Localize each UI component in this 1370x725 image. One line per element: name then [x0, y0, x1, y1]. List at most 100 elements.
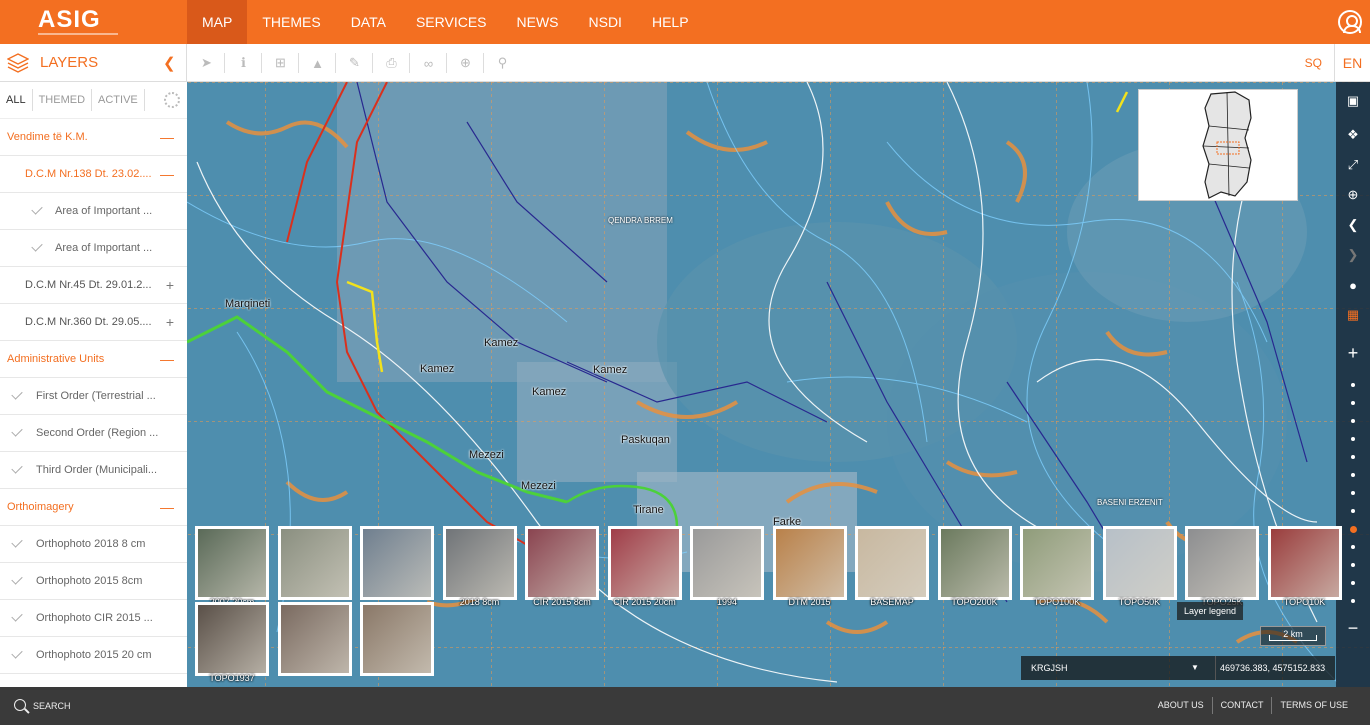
basemap-thumbnail[interactable]: BASEMAP	[855, 526, 929, 607]
layer-item[interactable]: First Order (Terrestrial ...	[0, 378, 187, 415]
zoom-level[interactable]	[1336, 412, 1370, 430]
tab-active[interactable]: ACTIVE	[92, 89, 145, 111]
grid-icon[interactable]: ▦	[1336, 300, 1370, 330]
zoom-level[interactable]	[1336, 448, 1370, 466]
search-tool-icon[interactable]: ⚲	[484, 44, 521, 82]
basemap-thumbnail[interactable]: TOPO25K	[1185, 526, 1259, 607]
gear-icon[interactable]	[164, 92, 180, 108]
info-tool-icon[interactable]: ℹ	[225, 44, 262, 82]
checkmark-icon[interactable]	[11, 610, 23, 622]
collapse-panel-icon[interactable]: ❮	[163, 54, 176, 72]
expand-icon[interactable]: +	[166, 277, 174, 293]
layer-group[interactable]: Vendime të K.M. —	[0, 119, 187, 156]
zoom-level[interactable]	[1336, 376, 1370, 394]
basemap-thumbnail[interactable]: TOPO200K	[937, 526, 1012, 607]
nav-help[interactable]: HELP	[637, 0, 704, 44]
link-tool-icon[interactable]: ∞	[410, 44, 447, 82]
print-tool-icon[interactable]: ⎙	[373, 44, 410, 82]
layer-legend-button[interactable]: Layer legend	[1177, 602, 1243, 620]
profile-tool-icon[interactable]: ▲	[299, 44, 336, 82]
layer-item[interactable]: Second Order (Region ...	[0, 415, 187, 452]
crs-select[interactable]: KRGJSH	[1031, 663, 1068, 673]
checkmark-icon[interactable]	[11, 425, 23, 437]
search-link[interactable]: SEARCH	[33, 701, 71, 711]
layer-item[interactable]: Orthophoto 2015 8cm	[0, 563, 187, 600]
expand-icon[interactable]: +	[166, 314, 174, 330]
basemap-thumbnail[interactable]: TOPO1937	[195, 602, 269, 683]
checkmark-icon[interactable]	[11, 388, 23, 400]
nav-data[interactable]: DATA	[336, 0, 401, 44]
layer-item[interactable]: Third Order (Municipali...	[0, 452, 187, 489]
layer-item[interactable]: Area of Important ...	[0, 230, 187, 267]
prev-extent-icon[interactable]: ❮	[1336, 210, 1370, 240]
tab-all[interactable]: ALL	[0, 89, 33, 111]
terms-link[interactable]: TERMS OF USE	[1271, 697, 1356, 714]
basemap-thumbnail[interactable]: 2007 20cm	[195, 526, 269, 607]
nav-services[interactable]: SERVICES	[401, 0, 502, 44]
checkmark-icon[interactable]	[11, 573, 23, 585]
zoom-level[interactable]	[1336, 466, 1370, 484]
layer-item[interactable]: Orthophoto 2015 20 cm	[0, 637, 187, 674]
layer-subgroup[interactable]: D.C.M Nr.45 Dt. 29.01.2... +	[0, 267, 187, 304]
basemap-thumbnail[interactable]: 1994	[690, 526, 764, 607]
basemap-thumbnail[interactable]	[277, 602, 352, 676]
add-tool-icon[interactable]: ⊞	[262, 44, 299, 82]
checkmark-icon[interactable]	[11, 647, 23, 659]
layer-item[interactable]: Orthophoto CIR 2015 ...	[0, 600, 187, 637]
layer-item[interactable]: Area of Important ...	[0, 193, 187, 230]
basemap-thumbnail[interactable]: CIR 2015 8cm	[525, 526, 599, 607]
search-icon[interactable]	[14, 699, 26, 711]
user-icon[interactable]	[1338, 10, 1362, 34]
zoom-level[interactable]	[1336, 502, 1370, 520]
collapse-icon[interactable]: —	[160, 129, 174, 145]
basemap-thumbnail[interactable]: TOPO50K	[1102, 526, 1177, 607]
basemap-thumbnail[interactable]: TOPO100K	[1020, 526, 1094, 607]
lang-en[interactable]: EN	[1334, 44, 1370, 82]
map-canvas[interactable]: Marqineti Kamez Kamez Kamez Kamez Paskuq…	[187, 82, 1370, 687]
zoom-level[interactable]	[1336, 394, 1370, 412]
edit-tool-icon[interactable]: ✎	[336, 44, 373, 82]
checkmark-icon[interactable]	[11, 462, 23, 474]
checkmark-icon[interactable]	[11, 536, 23, 548]
basemap-icon[interactable]: ▣	[1336, 82, 1370, 120]
fullscreen-icon[interactable]: ⤢	[1336, 150, 1370, 180]
checkmark-icon[interactable]	[31, 240, 43, 252]
nav-news[interactable]: NEWS	[502, 0, 574, 44]
overview-map[interactable]	[1138, 89, 1298, 201]
nav-nsdi[interactable]: NSDI	[574, 0, 637, 44]
zoom-level[interactable]	[1336, 430, 1370, 448]
nav-map[interactable]: MAP	[187, 0, 248, 44]
zoom-box-icon[interactable]: ⊕	[1336, 180, 1370, 210]
layer-subgroup[interactable]: D.C.M Nr.360 Dt. 29.05.... +	[0, 304, 187, 341]
next-extent-icon[interactable]: ❯	[1336, 240, 1370, 270]
layer-group[interactable]: Administrative Units —	[0, 341, 187, 378]
select-tool-icon[interactable]: ➤	[188, 44, 225, 82]
collapse-icon[interactable]: —	[160, 166, 174, 182]
basemap-thumbnail[interactable]: DTM 2015	[772, 526, 847, 607]
basemap-thumbnail[interactable]: TOPO10K	[1267, 526, 1342, 607]
basemap-thumbnail[interactable]: 2018 8cm	[442, 526, 517, 607]
layer-item[interactable]: Orthophoto 2018 8 cm	[0, 526, 187, 563]
basemap-thumbnail[interactable]	[360, 526, 434, 600]
zoom-in-icon[interactable]: +	[1336, 330, 1370, 376]
basemap-thumbnail[interactable]	[277, 526, 352, 600]
contact-link[interactable]: CONTACT	[1211, 697, 1272, 714]
tab-themed[interactable]: THEMED	[33, 89, 93, 111]
plus-circle-tool-icon[interactable]: ⊕	[447, 44, 484, 82]
about-us-link[interactable]: ABOUT US	[1150, 697, 1212, 714]
basemap-thumbnail[interactable]	[360, 602, 434, 676]
layer-subgroup[interactable]: D.C.M Nr.138 Dt. 23.02.... —	[0, 156, 187, 193]
layer-group[interactable]: Orthoimagery —	[0, 489, 187, 526]
collapse-icon[interactable]: —	[160, 351, 174, 367]
globe-icon[interactable]: ●	[1336, 270, 1370, 300]
zoom-out-icon[interactable]: −	[1336, 610, 1370, 646]
zoom-level[interactable]	[1336, 484, 1370, 502]
checkmark-icon[interactable]	[31, 203, 43, 215]
lang-sq[interactable]: SQ	[1305, 44, 1322, 82]
chevron-down-icon[interactable]: ▼	[1191, 663, 1199, 672]
asig-logo[interactable]: ASIG	[38, 6, 118, 38]
nav-themes[interactable]: THEMES	[247, 0, 335, 44]
basemap-thumbnail[interactable]: CIR 2015 20cm	[607, 526, 682, 607]
collapse-icon[interactable]: —	[160, 499, 174, 515]
full-extent-icon[interactable]: ❖	[1336, 120, 1370, 150]
